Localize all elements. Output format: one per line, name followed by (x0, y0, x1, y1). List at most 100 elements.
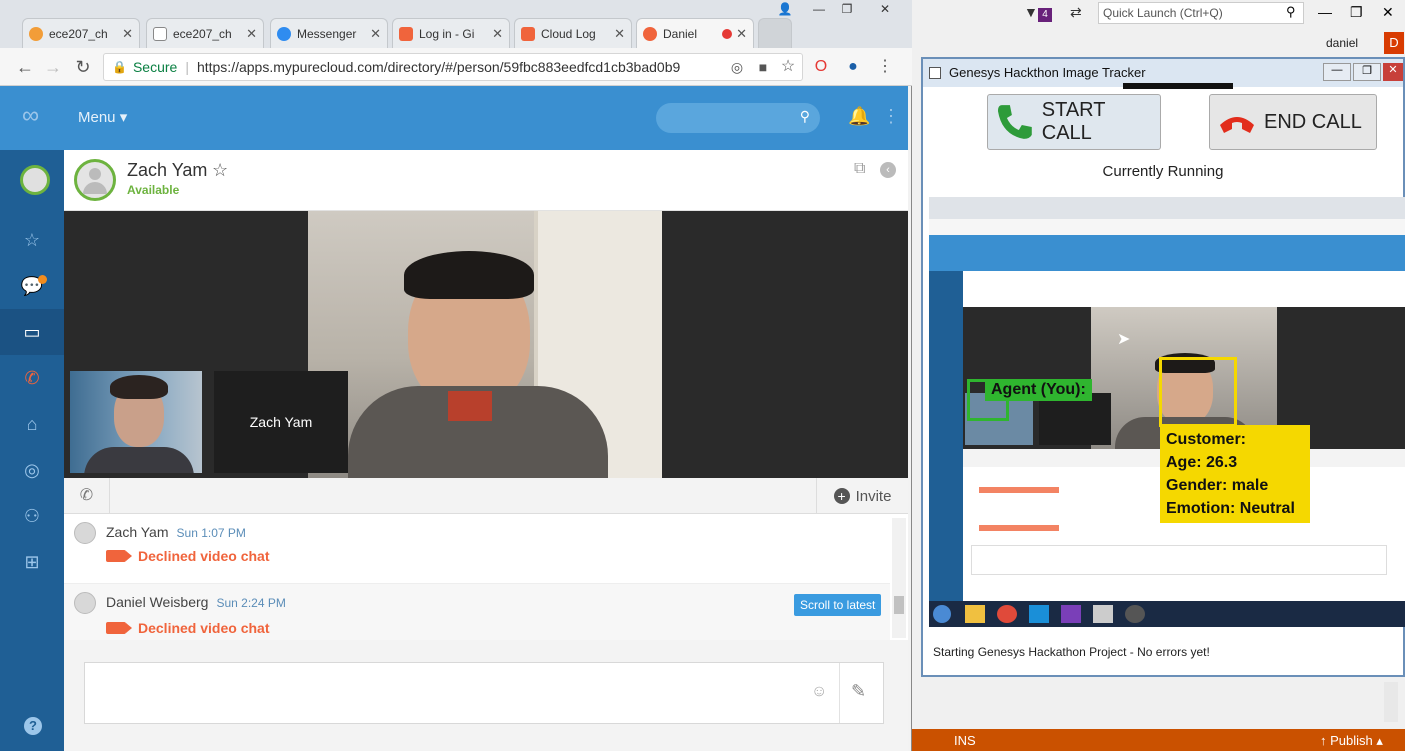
support-icon[interactable]: ◎ (0, 447, 64, 493)
close-icon[interactable]: ✕ (614, 26, 625, 42)
genesys-icon (643, 26, 657, 41)
close-icon[interactable]: ✕ (492, 26, 503, 42)
location-icon[interactable]: ◎ (726, 56, 748, 78)
video-camera-icon (106, 550, 132, 562)
invite-button[interactable]: + Invite (816, 478, 908, 514)
feedback-icon[interactable]: ⇄ (1070, 4, 1082, 21)
restore-button[interactable]: ❐ (834, 0, 860, 18)
camera-icon[interactable]: ■ (752, 56, 774, 78)
doc-icon (153, 26, 167, 41)
chat-history: Zach Yam Sun 1:07 PM Declined video chat … (64, 514, 908, 640)
close-icon[interactable]: ✕ (370, 26, 381, 42)
user-name[interactable]: daniel (1326, 36, 1358, 50)
customer-face-box (1159, 357, 1237, 427)
restore-button[interactable]: ❐ (1353, 63, 1381, 81)
close-window-button[interactable]: ✕ (1382, 4, 1394, 21)
inbox-icon[interactable]: ⌂ (0, 401, 64, 447)
popout-icon[interactable]: ⧉ (854, 160, 865, 178)
minimize-button[interactable]: — (1318, 4, 1332, 20)
help-icon[interactable]: ? (24, 717, 42, 735)
log-output: Starting Genesys Hackathon Project - No … (933, 645, 1210, 659)
tab-gitlab[interactable]: Log in - Gi ✕ (392, 18, 510, 48)
people-icon[interactable]: ⚇ (0, 493, 64, 539)
favorite-star-icon[interactable]: ☆ (212, 160, 228, 181)
emoji-icon[interactable]: ☺ (811, 683, 827, 701)
video-icon[interactable]: ▭ (0, 309, 64, 355)
bookmark-star-icon[interactable]: ☆ (777, 56, 799, 78)
search-input[interactable]: ⚲ (656, 103, 820, 133)
chat-icon[interactable]: 💬 (0, 263, 64, 309)
my-avatar[interactable] (20, 165, 50, 195)
tab-ece207-1[interactable]: ece207_ch ✕ (22, 18, 140, 48)
opera-extension-icon[interactable]: O (810, 56, 832, 78)
close-window-button[interactable]: ✕ (872, 0, 898, 18)
more-menu-icon[interactable]: ⋮ (882, 106, 900, 127)
chat-input-area: ☺ ✎ (64, 640, 908, 751)
chrome-menu-icon[interactable]: ⋮ (874, 56, 896, 78)
mini-person-header (963, 271, 1405, 307)
person-header: Zach Yam ☆ Available ⧉ ‹ (64, 150, 908, 211)
url-input[interactable]: 🔒 Secure | https://apps.mypurecloud.com/… (103, 53, 803, 81)
profile-icon[interactable]: 👤 (772, 0, 798, 18)
menu-button[interactable]: Menu ▾ (78, 108, 127, 126)
favorites-icon[interactable]: ☆ (0, 217, 64, 263)
extension-icon[interactable]: ● (842, 56, 864, 78)
back-circle-icon[interactable]: ‹ (880, 162, 896, 178)
agent-label: Agent (You): (985, 379, 1092, 401)
apps-icon[interactable]: ⊞ (0, 539, 64, 585)
forward-icon[interactable]: → (42, 56, 64, 78)
end-call-button[interactable]: END CALL (1209, 94, 1377, 150)
ide-scrollbar[interactable] (1384, 682, 1398, 722)
chat-scrollbar[interactable] (892, 518, 906, 638)
mini-left-nav (929, 271, 963, 601)
mini-addressbar (929, 219, 1405, 235)
phone-icon[interactable]: ✆ (0, 355, 64, 401)
hangup-icon[interactable]: ✆ (64, 478, 110, 514)
contact-avatar[interactable] (74, 159, 116, 201)
message-input[interactable]: ☺ ✎ (84, 662, 884, 724)
recording-icon (722, 28, 733, 39)
notification-badge: 4 (1038, 8, 1052, 22)
scroll-to-latest-button[interactable]: Scroll to latest (794, 594, 882, 616)
restore-button[interactable]: ❐ (1350, 4, 1363, 21)
tab-cloud-log[interactable]: Cloud Log ✕ (514, 18, 632, 48)
reload-icon[interactable]: ↻ (72, 56, 94, 78)
filter-icon[interactable]: ▼ (1024, 4, 1038, 20)
person-hair (404, 251, 534, 299)
mini-tabstrip (929, 197, 1405, 219)
close-icon[interactable]: ✕ (736, 26, 747, 42)
customer-info-box: Customer: Age: 26.3 Gender: male Emotion… (1160, 425, 1310, 523)
ece-icon (29, 26, 43, 41)
tab-messenger[interactable]: Messenger ✕ (270, 18, 388, 48)
gitlab-icon (399, 26, 413, 41)
ide-status-bar: INS ↑ Publish ▴ (912, 729, 1405, 751)
app-icon (929, 67, 941, 79)
contact-status: Available (127, 183, 180, 197)
minimize-button[interactable]: — (1323, 63, 1351, 81)
running-status: Currently Running (1102, 163, 1224, 180)
tab-daniel[interactable]: Daniel ✕ (636, 18, 754, 48)
close-icon[interactable]: ✕ (246, 26, 257, 42)
minimize-button[interactable]: — (806, 0, 832, 18)
tab-ece207-2[interactable]: ece207_ch ✕ (146, 18, 264, 48)
close-icon[interactable]: ✕ (122, 26, 133, 42)
cloud-icon (521, 26, 535, 41)
attachment-icon[interactable]: ✎ (851, 681, 866, 702)
new-tab-button[interactable] (758, 18, 792, 48)
notification-dot (38, 275, 47, 284)
lock-icon: 🔒 (112, 60, 127, 74)
user-avatar[interactable]: D (1384, 32, 1404, 54)
person-shirt (448, 391, 492, 421)
publish-button[interactable]: ↑ Publish ▴ (1320, 733, 1383, 749)
quick-launch-input[interactable]: Quick Launch (Ctrl+Q) (1098, 2, 1304, 24)
start-call-button[interactable]: START CALL (987, 94, 1161, 150)
search-icon: ⚲ (799, 108, 810, 124)
back-icon[interactable]: ← (14, 56, 36, 78)
video-camera-icon (106, 622, 132, 634)
close-window-button[interactable]: ✕ (1383, 63, 1403, 81)
genesys-logo-icon: ∞ (22, 102, 40, 129)
bell-icon[interactable]: 🔔 (848, 106, 870, 127)
mini-taskbar (929, 601, 1405, 627)
contact-name: Zach Yam (127, 160, 208, 180)
self-video (70, 371, 202, 473)
